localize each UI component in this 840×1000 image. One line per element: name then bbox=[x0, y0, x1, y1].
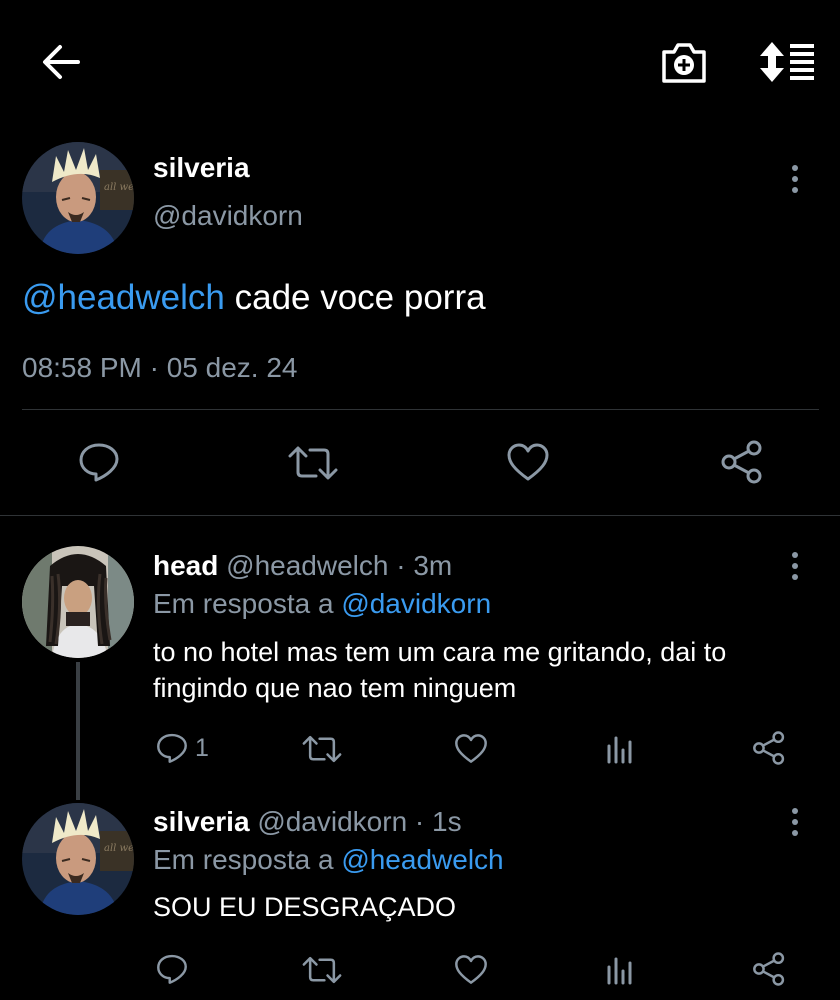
user-handle[interactable]: @davidkorn bbox=[153, 200, 303, 232]
like-button[interactable] bbox=[506, 442, 550, 482]
reply-button[interactable] bbox=[156, 953, 188, 985]
analytics-button[interactable] bbox=[606, 734, 634, 764]
tweet-text: @headwelch cade voce porra bbox=[22, 278, 486, 318]
retweet-button[interactable] bbox=[302, 734, 342, 764]
reply-header: silveria @davidkorn · 1s bbox=[153, 806, 462, 838]
avatar[interactable] bbox=[22, 546, 134, 658]
reply-header: head @headwelch · 3m bbox=[153, 550, 452, 582]
display-name[interactable]: silveria bbox=[153, 152, 250, 184]
analytics-button[interactable] bbox=[606, 955, 634, 985]
analytics-icon bbox=[607, 736, 632, 764]
tweet-timestamp: 08:58 PM · 05 dez. 24 bbox=[22, 352, 298, 383]
heart-icon bbox=[455, 955, 487, 984]
reply-context-mention[interactable]: @headwelch bbox=[341, 844, 503, 875]
reply-time: · 3m bbox=[388, 550, 453, 581]
svg-text:all we: all we bbox=[104, 843, 134, 854]
reply-context-prefix: Em resposta a bbox=[153, 844, 342, 875]
reply-context: Em resposta a @headwelch bbox=[153, 844, 504, 876]
user-handle[interactable]: @headwelch bbox=[226, 550, 388, 581]
tweet-body: cade voce porra bbox=[224, 278, 486, 317]
heart-icon bbox=[455, 734, 487, 763]
heart-icon bbox=[507, 443, 549, 481]
reply-icon bbox=[157, 954, 187, 984]
reply-count: 1 bbox=[195, 734, 209, 762]
user-handle[interactable]: @davidkorn bbox=[257, 806, 407, 837]
more-options-button[interactable] bbox=[783, 549, 807, 583]
reply-context-mention[interactable]: @davidkorn bbox=[341, 588, 491, 619]
reply-icon bbox=[157, 733, 187, 763]
analytics-icon bbox=[607, 957, 632, 985]
more-vertical-icon bbox=[792, 552, 798, 580]
display-name[interactable]: silveria bbox=[153, 806, 250, 837]
reply-context: Em resposta a @davidkorn bbox=[153, 588, 491, 620]
reply-icon bbox=[79, 443, 119, 482]
sort-button[interactable] bbox=[760, 40, 816, 84]
more-vertical-icon bbox=[792, 808, 798, 836]
divider bbox=[0, 515, 840, 516]
retweet-button[interactable] bbox=[288, 444, 338, 482]
share-icon bbox=[753, 952, 785, 986]
camera-plus-icon bbox=[662, 43, 706, 83]
share-button[interactable] bbox=[752, 731, 786, 765]
reply-time: · 1s bbox=[407, 806, 462, 837]
more-options-button[interactable] bbox=[783, 805, 807, 839]
share-icon bbox=[753, 731, 785, 765]
sort-list-icon bbox=[760, 42, 814, 82]
reply-text: SOU EU DESGRAÇADO bbox=[153, 892, 457, 922]
more-vertical-icon bbox=[792, 165, 798, 193]
display-name[interactable]: head bbox=[153, 550, 218, 581]
share-button[interactable] bbox=[720, 440, 764, 484]
like-button[interactable] bbox=[454, 954, 488, 985]
share-icon bbox=[721, 440, 762, 484]
more-options-button[interactable] bbox=[783, 162, 807, 196]
arrow-left-icon bbox=[43, 45, 80, 79]
reply-button[interactable] bbox=[156, 732, 188, 764]
avatar[interactable]: all we bbox=[22, 142, 134, 254]
reply-text: to no hotel mas tem um cara me gritando,… bbox=[153, 637, 727, 703]
retweet-button[interactable] bbox=[302, 955, 342, 985]
svg-text:all we: all we bbox=[104, 182, 134, 193]
retweet-icon bbox=[302, 956, 342, 984]
reply-thread-line bbox=[76, 662, 80, 800]
camera-button[interactable] bbox=[660, 40, 708, 86]
share-button[interactable] bbox=[752, 952, 786, 986]
reply-context-prefix: Em resposta a bbox=[153, 588, 342, 619]
divider bbox=[22, 409, 819, 410]
retweet-icon bbox=[302, 735, 342, 763]
mention-link[interactable]: @headwelch bbox=[22, 278, 225, 317]
back-button[interactable] bbox=[38, 42, 82, 82]
avatar[interactable]: all we bbox=[22, 803, 134, 915]
reply-button[interactable] bbox=[78, 442, 120, 482]
like-button[interactable] bbox=[454, 733, 488, 764]
retweet-icon bbox=[288, 446, 338, 480]
